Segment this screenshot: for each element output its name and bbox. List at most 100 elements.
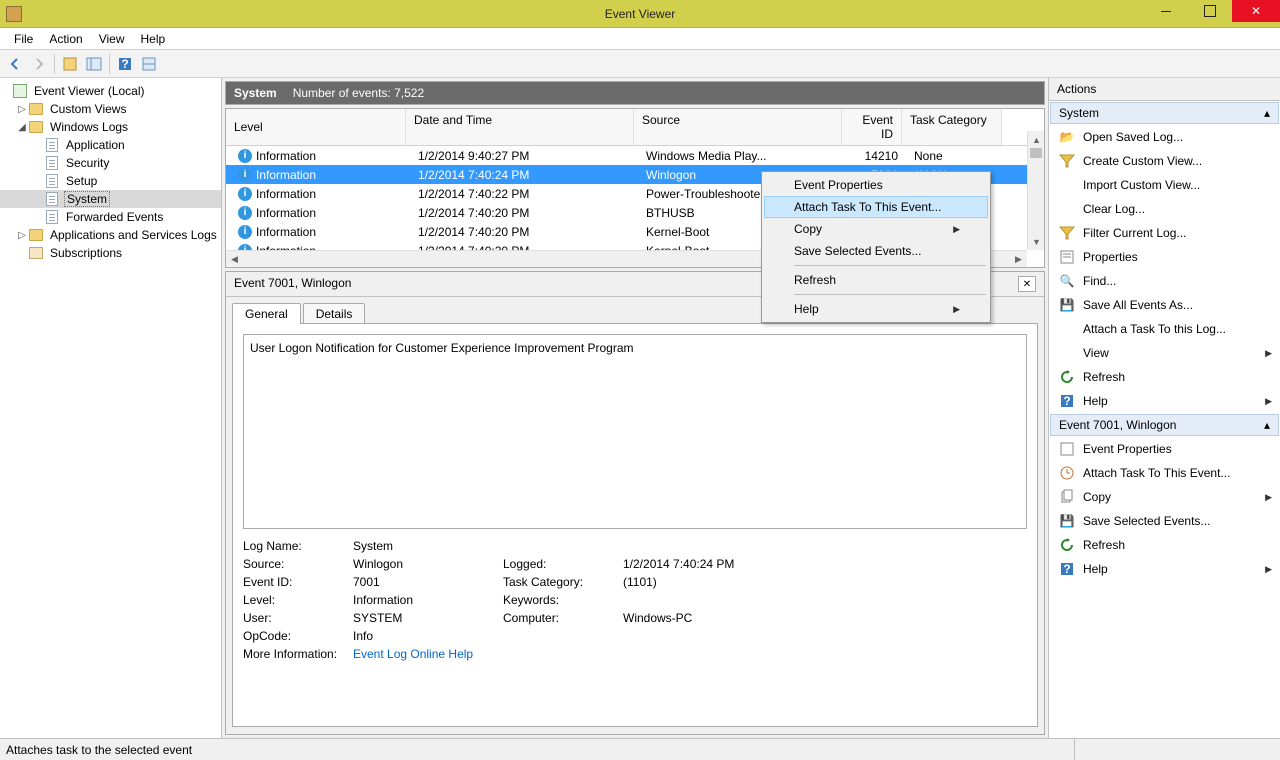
tree-root[interactable]: Event Viewer (Local) [0, 82, 221, 100]
back-button[interactable] [4, 53, 26, 75]
action-import-custom-view[interactable]: Import Custom View... [1049, 173, 1280, 197]
action-create-custom-view[interactable]: Create Custom View... [1049, 149, 1280, 173]
cm-attach-task[interactable]: Attach Task To This Event... [764, 196, 988, 218]
menu-file[interactable]: File [6, 30, 41, 48]
action-event-properties[interactable]: Event Properties [1049, 437, 1280, 461]
event-grid: Level Date and Time Source Event ID Task… [225, 108, 1045, 268]
scroll-right-icon[interactable]: ▶ [1010, 251, 1027, 268]
maximize-button[interactable] [1188, 0, 1232, 22]
action-find[interactable]: 🔍Find... [1049, 269, 1280, 293]
refresh-icon [1059, 537, 1075, 553]
actions-section-header[interactable]: Event 7001, Winlogon▴ [1050, 414, 1279, 436]
action-clear-log[interactable]: Clear Log... [1049, 197, 1280, 221]
tree-windows-logs[interactable]: ◢Windows Logs [0, 118, 221, 136]
action-save-selected[interactable]: 💾Save Selected Events... [1049, 509, 1280, 533]
computer-icon [13, 84, 27, 98]
tree-security[interactable]: Security [0, 154, 221, 172]
menu-action[interactable]: Action [41, 30, 90, 48]
tree-custom-views[interactable]: ▷Custom Views [0, 100, 221, 118]
scroll-down-icon[interactable]: ▼ [1028, 233, 1045, 250]
action-filter-log[interactable]: Filter Current Log... [1049, 221, 1280, 245]
actions-pane-title: Actions [1049, 78, 1280, 101]
scroll-thumb[interactable] [1030, 148, 1042, 158]
tree-system[interactable]: System [0, 190, 221, 208]
find-icon: 🔍 [1059, 273, 1075, 289]
help-button[interactable]: ? [114, 53, 136, 75]
close-button[interactable] [1232, 0, 1280, 22]
info-icon: i [238, 206, 252, 220]
col-level[interactable]: Level [226, 109, 406, 145]
value-user: SYSTEM [353, 611, 503, 625]
log-name: System [234, 86, 277, 100]
col-event-id[interactable]: Event ID [842, 109, 902, 145]
help-icon: ? [1059, 393, 1075, 409]
scroll-track[interactable] [1028, 158, 1044, 233]
action-attach-task-event[interactable]: Attach Task To This Event... [1049, 461, 1280, 485]
scroll-left-icon[interactable]: ◀ [226, 251, 243, 268]
tab-details[interactable]: Details [303, 303, 366, 324]
log-icon [46, 138, 58, 152]
scroll-up-icon[interactable]: ▲ [1028, 131, 1045, 148]
cm-save-selected[interactable]: Save Selected Events... [764, 240, 988, 262]
cm-refresh[interactable]: Refresh [764, 269, 988, 291]
menu-help[interactable]: Help [133, 30, 174, 48]
tree-forwarded[interactable]: Forwarded Events [0, 208, 221, 226]
submenu-arrow-icon: ▶ [953, 224, 960, 235]
collapse-icon: ▴ [1264, 106, 1270, 120]
actions-section-header[interactable]: System▴ [1050, 102, 1279, 124]
cm-event-properties[interactable]: Event Properties [764, 174, 988, 196]
tab-general[interactable]: General [232, 303, 301, 324]
app-icon [6, 6, 22, 22]
menu-view[interactable]: View [91, 30, 133, 48]
actions-pane: Actions System▴ 📂Open Saved Log... Creat… [1048, 78, 1280, 738]
preview-button[interactable] [138, 53, 160, 75]
navigation-tree-pane: Event Viewer (Local) ▷Custom Views ◢Wind… [0, 78, 222, 738]
forward-button[interactable] [28, 53, 50, 75]
col-task-category[interactable]: Task Category [902, 109, 1002, 145]
tree-application[interactable]: Application [0, 136, 221, 154]
col-date[interactable]: Date and Time [406, 109, 634, 145]
label-opcode: OpCode: [243, 629, 353, 643]
cm-copy[interactable]: Copy▶ [764, 218, 988, 240]
cm-help[interactable]: Help▶ [764, 298, 988, 320]
blank-icon [1059, 345, 1075, 361]
log-icon [46, 156, 58, 170]
info-icon: i [238, 168, 252, 182]
label-log-name: Log Name: [243, 539, 353, 553]
folder-icon [29, 229, 43, 241]
properties-icon [1059, 441, 1075, 457]
show-tree-button[interactable] [59, 53, 81, 75]
action-open-saved-log[interactable]: 📂Open Saved Log... [1049, 125, 1280, 149]
details-close-button[interactable]: ✕ [1018, 276, 1036, 292]
log-icon [46, 174, 58, 188]
action-attach-task-log[interactable]: Attach a Task To this Log... [1049, 317, 1280, 341]
event-row[interactable]: iInformation1/2/2014 9:40:27 PMWindows M… [226, 146, 1044, 165]
action-help[interactable]: ?Help▶ [1049, 389, 1280, 413]
label-event-id: Event ID: [243, 575, 353, 589]
tree-apps-services[interactable]: ▷Applications and Services Logs [0, 226, 221, 244]
action-refresh-event[interactable]: Refresh [1049, 533, 1280, 557]
link-online-help[interactable]: Event Log Online Help [353, 647, 503, 661]
event-details-pane: Event 7001, Winlogon ✕ General Details U… [225, 271, 1045, 735]
label-level: Level: [243, 593, 353, 607]
action-view[interactable]: View▶ [1049, 341, 1280, 365]
tree-subscriptions[interactable]: Subscriptions [0, 244, 221, 262]
action-help-event[interactable]: ?Help▶ [1049, 557, 1280, 581]
action-refresh[interactable]: Refresh [1049, 365, 1280, 389]
col-source[interactable]: Source [634, 109, 842, 145]
layout-button[interactable] [83, 53, 105, 75]
action-copy[interactable]: Copy▶ [1049, 485, 1280, 509]
value-task-category: (1101) [623, 575, 823, 589]
help-icon: ? [1059, 561, 1075, 577]
collapse-icon: ▴ [1264, 418, 1270, 432]
submenu-arrow-icon: ▶ [1265, 492, 1272, 503]
action-properties[interactable]: Properties [1049, 245, 1280, 269]
info-icon: i [238, 187, 252, 201]
refresh-icon [1059, 369, 1075, 385]
vertical-scrollbar[interactable]: ▲ ▼ [1027, 131, 1044, 250]
main-content: Event Viewer (Local) ▷Custom Views ◢Wind… [0, 78, 1280, 738]
action-save-all[interactable]: 💾Save All Events As... [1049, 293, 1280, 317]
tree-setup[interactable]: Setup [0, 172, 221, 190]
label-logged: Logged: [503, 557, 623, 571]
minimize-button[interactable] [1144, 0, 1188, 22]
